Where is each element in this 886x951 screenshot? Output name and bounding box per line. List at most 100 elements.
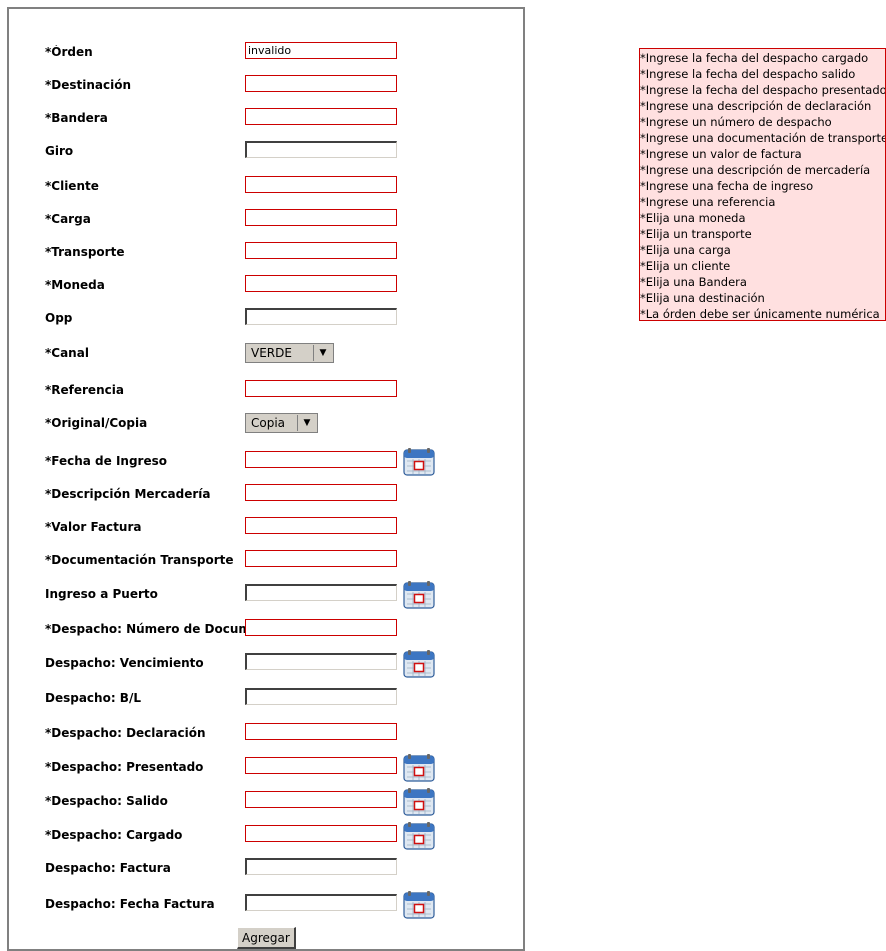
label-transporte: *Transporte [45,245,125,259]
moneda-input[interactable] [245,275,397,292]
validation-errors-box: *Ingrese la fecha del despacho cargado *… [639,48,886,321]
error-message: *Ingrese un valor de factura [640,147,802,161]
giro-input[interactable] [245,141,397,158]
triangle-down-icon[interactable]: ▼ [297,415,316,431]
row-orden: *Órden [45,42,485,62]
row-fecha-ingreso: *Fecha de Ingreso [45,448,485,476]
error-message: *Ingrese la fecha del despacho salido [640,67,856,81]
calendar-icon[interactable] [402,447,436,477]
error-message: *La órden debe ser únicamente numérica [640,307,880,321]
error-message: *Ingrese una documentación de transporte [640,131,886,145]
calendar-icon[interactable] [402,787,436,817]
label-despacho-factura: Despacho: Factura [45,861,171,875]
label-despacho-presentado: *Despacho: Presentado [45,760,204,774]
transporte-input[interactable] [245,242,397,259]
opp-input[interactable] [245,308,397,325]
label-carga: *Carga [45,212,91,226]
error-message: *Ingrese la fecha del despacho presentad… [640,83,886,97]
despacho-factura-input[interactable] [245,858,397,875]
label-orden: *Órden [45,45,93,59]
row-moneda: *Moneda [45,275,485,295]
label-cliente: *Cliente [45,179,99,193]
label-documentacion-transporte: *Documentación Transporte [45,553,234,567]
label-bandera: *Bandera [45,111,108,125]
calendar-icon[interactable] [402,890,436,920]
documentacion-transporte-input[interactable] [245,550,397,567]
error-message: *Ingrese una descripción de mercadería [640,163,871,177]
valor-factura-input[interactable] [245,517,397,534]
error-message: *Ingrese un número de despacho [640,115,832,129]
descripcion-mercaderia-input[interactable] [245,484,397,501]
label-descripcion-mercaderia: *Descripción Mercadería [45,487,211,501]
bandera-input[interactable] [245,108,397,125]
row-giro: Giro [45,141,485,161]
error-message: *Elija una carga [640,243,731,257]
row-despacho-fecha-factura: Despacho: Fecha Factura [45,891,485,919]
original-copia-select[interactable]: Copia ▼ [245,413,318,433]
despacho-presentado-input[interactable] [245,757,397,774]
error-message: *Ingrese una descripción de declaración [640,99,872,113]
label-original-copia: *Original/Copia [45,416,148,430]
calendar-icon[interactable] [402,580,436,610]
row-despacho-factura: Despacho: Factura [45,858,485,878]
despacho-fecha-factura-input[interactable] [245,894,397,911]
referencia-input[interactable] [245,380,397,397]
ingreso-puerto-input[interactable] [245,584,397,601]
label-ingreso-puerto: Ingreso a Puerto [45,587,158,601]
row-destinacion: *Destinación [45,75,485,95]
calendar-icon[interactable] [402,649,436,679]
cliente-input[interactable] [245,176,397,193]
despacho-cargado-input[interactable] [245,825,397,842]
agregar-button[interactable]: Agregar [237,927,296,949]
error-message: *Elija una destinación [640,291,765,305]
label-canal: *Canal [45,346,89,360]
despacho-vencimiento-input[interactable] [245,653,397,670]
row-carga: *Carga [45,209,485,229]
row-canal: *Canal VERDE ▼ [45,343,485,363]
destinacion-input[interactable] [245,75,397,92]
calendar-icon[interactable] [402,821,436,851]
row-referencia: *Referencia [45,380,485,400]
label-despacho-fecha-factura: Despacho: Fecha Factura [45,897,215,911]
carga-input[interactable] [245,209,397,226]
label-despacho-vencimiento: Despacho: Vencimiento [45,656,204,670]
row-valor-factura: *Valor Factura [45,517,485,537]
despacho-numero-input[interactable] [245,619,397,636]
calendar-icon[interactable] [402,753,436,783]
error-message: *Elija un cliente [640,259,731,273]
row-despacho-numero: *Despacho: Número de Documento [45,619,485,639]
row-bandera: *Bandera [45,108,485,128]
label-opp: Opp [45,311,73,325]
despacho-salido-input[interactable] [245,791,397,808]
row-original-copia: *Original/Copia Copia ▼ [45,413,485,433]
row-descripcion-mercaderia: *Descripción Mercadería [45,484,485,504]
label-giro: Giro [45,144,74,158]
original-copia-select-value: Copia [251,416,286,430]
row-cliente: *Cliente [45,176,485,196]
row-despacho-declaracion: *Despacho: Declaración [45,723,485,743]
error-message: *Ingrese la fecha del despacho cargado [640,51,869,65]
form-panel: *Órden *Destinación *Bandera Giro *Clien… [7,7,525,951]
row-ingreso-puerto: Ingreso a Puerto [45,581,485,609]
label-fecha-ingreso: *Fecha de Ingreso [45,454,168,468]
label-despacho-bl: Despacho: B/L [45,691,141,705]
label-destinacion: *Destinación [45,78,132,92]
despacho-declaracion-input[interactable] [245,723,397,740]
error-message: *Elija una moneda [640,211,746,225]
label-moneda: *Moneda [45,278,105,292]
label-referencia: *Referencia [45,383,124,397]
fecha-ingreso-input[interactable] [245,451,397,468]
row-despacho-cargado: *Despacho: Cargado [45,822,485,850]
label-valor-factura: *Valor Factura [45,520,142,534]
orden-input[interactable] [245,42,397,59]
row-despacho-vencimiento: Despacho: Vencimiento [45,650,485,678]
label-despacho-cargado: *Despacho: Cargado [45,828,183,842]
despacho-bl-input[interactable] [245,688,397,705]
row-despacho-bl: Despacho: B/L [45,688,485,708]
row-documentacion-transporte: *Documentación Transporte [45,550,485,570]
canal-select[interactable]: VERDE ▼ [245,343,334,363]
label-despacho-numero: *Despacho: Número de Documento [45,622,245,636]
row-transporte: *Transporte [45,242,485,262]
error-message: *Ingrese una fecha de ingreso [640,179,814,193]
triangle-down-icon[interactable]: ▼ [313,345,332,361]
